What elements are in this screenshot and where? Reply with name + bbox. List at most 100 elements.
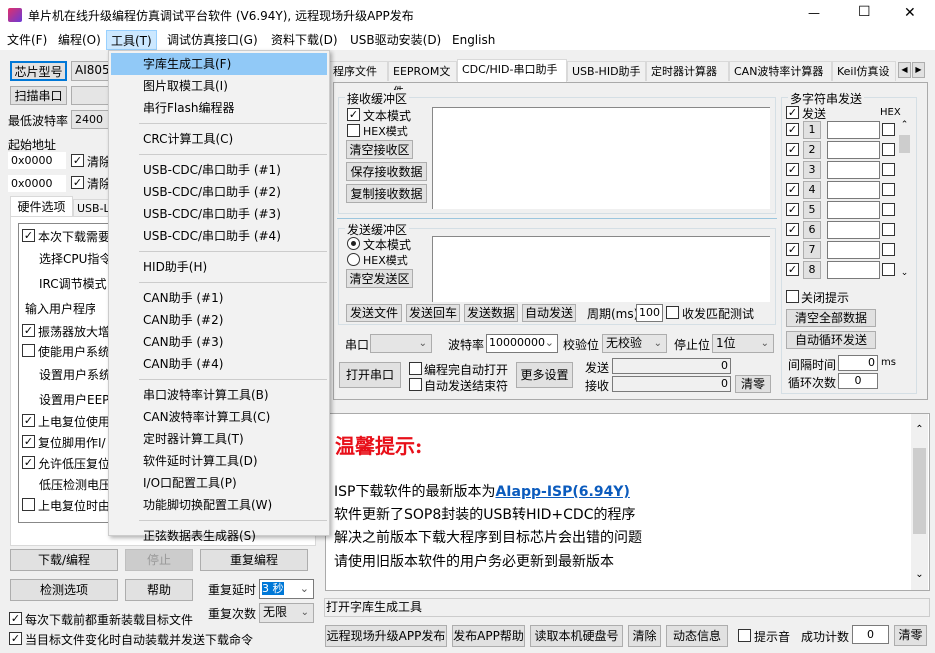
menu-item[interactable]: CRC计算工具(C) — [111, 128, 327, 150]
menu-item[interactable]: USB-CDC/串口助手 (#2) — [111, 181, 327, 203]
multi-row-hex-checkbox[interactable] — [882, 183, 895, 196]
tab-usb-link[interactable]: USB-L — [73, 199, 113, 217]
auto-open-checkbox[interactable] — [409, 362, 422, 375]
menu-6[interactable]: English — [448, 30, 499, 50]
stop-button[interactable]: 停止 — [125, 549, 193, 571]
multi-scrollbar[interactable]: ⌃ ⌄ — [898, 120, 911, 278]
clear-1-checkbox[interactable]: ✓ — [71, 154, 84, 167]
multi-row-checkbox[interactable]: ✓ — [786, 163, 799, 176]
menu-4[interactable]: 资料下载(D) — [267, 30, 342, 50]
menu-item[interactable]: CAN助手 (#2) — [111, 309, 327, 331]
multi-row-send-button[interactable]: 2 — [803, 141, 821, 159]
repeat-count-select[interactable]: 无限 ⌄ — [259, 603, 314, 623]
menu-item[interactable]: HID助手(H) — [111, 256, 327, 278]
menu-item[interactable]: 串行Flash编程器 — [111, 97, 327, 119]
maximize-button[interactable]: ☐ — [858, 4, 871, 20]
multi-row-input[interactable] — [827, 221, 880, 239]
multi-row-checkbox[interactable]: ✓ — [786, 183, 799, 196]
menu-item[interactable]: USB-CDC/串口助手 (#4) — [111, 225, 327, 247]
interval-input[interactable]: 0 — [838, 355, 878, 371]
tab-4[interactable]: 定时器计算器 — [646, 61, 729, 81]
menu-item[interactable]: I/O口配置工具(P) — [111, 472, 327, 494]
scroll-thumb[interactable] — [899, 135, 910, 153]
multi-row-checkbox[interactable]: ✓ — [786, 223, 799, 236]
receive-textarea[interactable] — [432, 107, 770, 209]
chevron-up-icon[interactable]: ⌃ — [911, 424, 928, 435]
multi-send-all-checkbox[interactable]: ✓ — [786, 106, 799, 119]
clear-counts-button[interactable]: 清零 — [735, 375, 771, 393]
auto-loop-button[interactable]: 自动循环发送 — [786, 331, 876, 349]
multi-row-send-button[interactable]: 4 — [803, 181, 821, 199]
repeat-program-button[interactable]: 重复编程 — [200, 549, 308, 571]
open-port-button[interactable]: 打开串口 — [339, 362, 401, 388]
tab-hardware-options[interactable]: 硬件选项 — [10, 196, 73, 217]
clear-receive-button[interactable]: 清空接收区 — [346, 140, 413, 159]
option-checkbox[interactable] — [22, 344, 35, 357]
download-button[interactable]: 下载/编程 — [10, 549, 118, 571]
menu-item[interactable]: CAN助手 (#3) — [111, 331, 327, 353]
clear-send-button[interactable]: 清空发送区 — [346, 269, 413, 288]
scan-port-button[interactable]: 扫描串口 — [10, 86, 67, 105]
help-button[interactable]: 帮助 — [125, 579, 193, 601]
scroll-thumb[interactable] — [913, 448, 926, 534]
multi-row-send-button[interactable]: 6 — [803, 221, 821, 239]
tab-5[interactable]: CAN波特率计算器 — [729, 61, 832, 81]
tab-6[interactable]: Keil仿真设 — [832, 61, 896, 81]
read-disk-button[interactable]: 读取本机硬盘号 — [530, 625, 623, 647]
multi-row-input[interactable] — [827, 261, 880, 279]
recv-text-mode-checkbox[interactable]: ✓ — [347, 108, 360, 121]
parity-select[interactable]: 无校验 ⌄ — [602, 334, 667, 353]
match-test-checkbox[interactable] — [666, 306, 679, 319]
menu-item[interactable]: 功能脚切换配置工具(W) — [111, 494, 327, 516]
menu-item[interactable]: 定时器计算工具(T) — [111, 428, 327, 450]
multi-row-hex-checkbox[interactable] — [882, 263, 895, 276]
multi-row-checkbox[interactable]: ✓ — [786, 143, 799, 156]
recv-hex-mode-checkbox[interactable] — [347, 124, 360, 137]
info-scrollbar[interactable]: ⌃ ⌄ — [911, 414, 928, 590]
tab-2[interactable]: CDC/HID-串口助手 — [457, 59, 567, 82]
multi-row-input[interactable] — [827, 241, 880, 259]
send-data-button[interactable]: 发送数据 — [464, 304, 518, 322]
tab-1[interactable]: EEPROM文件 — [388, 61, 457, 98]
send-text-mode-radio[interactable] — [347, 237, 360, 250]
chevron-down-icon[interactable]: ⌄ — [898, 268, 911, 278]
multi-row-send-button[interactable]: 7 — [803, 241, 821, 259]
multi-row-hex-checkbox[interactable] — [882, 123, 895, 136]
publish-help-button[interactable]: 发布APP帮助 — [452, 625, 525, 647]
chevron-up-icon[interactable]: ⌃ — [898, 120, 911, 130]
option-checkbox[interactable]: ✓ — [22, 435, 35, 448]
menu-item[interactable]: 图片取模工具(I) — [111, 75, 327, 97]
chip-type-button[interactable]: 芯片型号 — [10, 61, 67, 81]
stop-bits-select[interactable]: 1位 ⌄ — [712, 334, 774, 353]
multi-row-send-button[interactable]: 3 — [803, 161, 821, 179]
option-checkbox[interactable] — [22, 498, 35, 511]
start-address-1[interactable]: 0x0000 — [8, 152, 66, 169]
multi-row-input[interactable] — [827, 161, 880, 179]
multi-row-checkbox[interactable]: ✓ — [786, 123, 799, 136]
send-hex-mode-radio[interactable] — [347, 253, 360, 266]
menu-item[interactable]: 字库生成工具(F) — [111, 53, 327, 75]
menu-3[interactable]: 调试仿真接口(G) — [163, 30, 262, 50]
menu-5[interactable]: USB驱动安装(D) — [346, 30, 445, 50]
option-checkbox[interactable]: ✓ — [22, 414, 35, 427]
multi-row-input[interactable] — [827, 141, 880, 159]
multi-row-send-button[interactable]: 5 — [803, 201, 821, 219]
menu-item[interactable]: CAN波特率计算工具(C) — [111, 406, 327, 428]
period-input[interactable]: 100 — [636, 304, 663, 322]
auto-send-button[interactable]: 自动发送 — [522, 304, 576, 322]
save-receive-button[interactable]: 保存接收数据 — [346, 162, 427, 181]
multi-row-checkbox[interactable]: ✓ — [786, 203, 799, 216]
tab-3[interactable]: USB-HID助手 — [567, 61, 646, 81]
repeat-delay-select[interactable]: 3 秒 ⌄ — [259, 579, 314, 599]
multi-row-send-button[interactable]: 1 — [803, 121, 821, 139]
auto-end-checkbox[interactable] — [409, 378, 422, 391]
multi-row-hex-checkbox[interactable] — [882, 243, 895, 256]
option-checkbox[interactable]: ✓ — [22, 324, 35, 337]
tab-0[interactable]: 程序文件 — [328, 61, 388, 81]
send-enter-button[interactable]: 发送回车 — [406, 304, 460, 322]
menu-item[interactable]: USB-CDC/串口助手 (#1) — [111, 159, 327, 181]
multi-row-input[interactable] — [827, 181, 880, 199]
version-link[interactable]: AIapp-ISP(6.94Y) — [495, 484, 629, 500]
send-file-button[interactable]: 发送文件 — [346, 304, 402, 322]
loop-count-input[interactable]: 0 — [838, 373, 878, 389]
